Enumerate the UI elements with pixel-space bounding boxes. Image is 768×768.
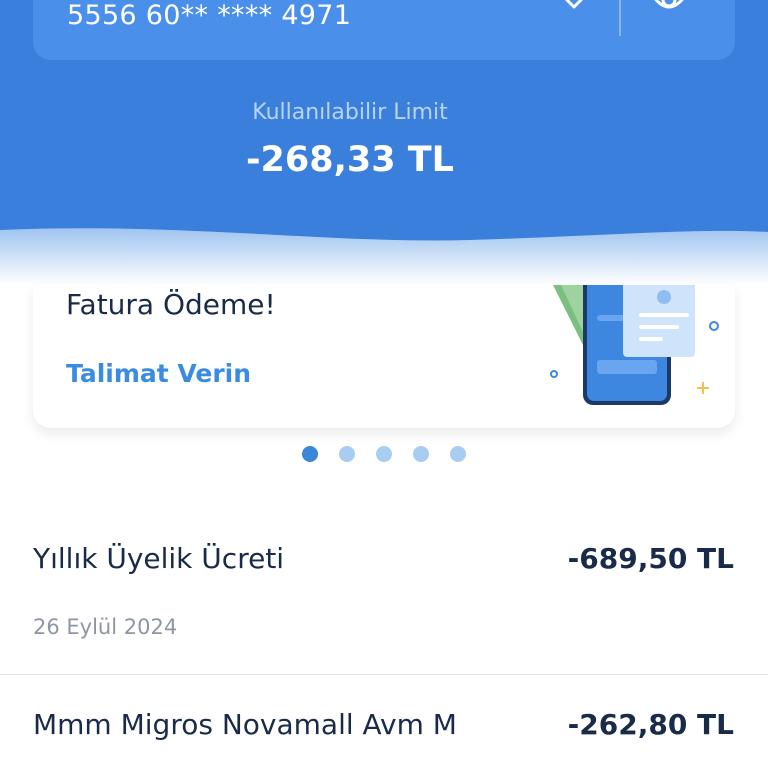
transaction-amount: -262,80 TL	[567, 708, 734, 741]
bill-payment-illustration: ₺	[550, 285, 719, 405]
eye-icon[interactable]	[649, 0, 689, 16]
card-number: 5556 60** **** 4971	[67, 0, 352, 31]
carousel-dot[interactable]	[302, 446, 318, 462]
transaction-title: Mmm Migros Novamall Avm M	[33, 708, 457, 741]
row-divider	[0, 674, 768, 675]
card-divider	[619, 0, 621, 36]
transaction-title: Yıllık Üyelik Ücreti	[33, 542, 285, 575]
available-limit-label: Kullanılabilir Limit	[252, 100, 448, 125]
card-header: 5556 60** **** 4971 Kullanılabilir Limit…	[0, 0, 768, 285]
chevron-down-icon	[565, 0, 583, 9]
available-limit-value: -268,33 TL	[246, 140, 454, 180]
carousel-indicator	[302, 446, 466, 464]
promo-banner[interactable]: Fatura Ödeme! Talimat Verin ₺	[33, 285, 735, 428]
give-instruction-link[interactable]: Talimat Verin	[66, 359, 251, 388]
header-wave	[0, 228, 768, 285]
card-detail-screen: 5556 60** **** 4971 Kullanılabilir Limit…	[0, 0, 768, 768]
carousel-dot[interactable]	[376, 446, 392, 462]
carousel-dot[interactable]	[413, 446, 429, 462]
svg-text:₺: ₺	[565, 320, 575, 339]
banner-title: Fatura Ödeme!	[66, 288, 276, 321]
transaction-date: 26 Eylül 2024	[33, 615, 178, 639]
card-selector[interactable]: 5556 60** **** 4971	[33, 0, 735, 60]
transaction-amount: -689,50 TL	[567, 542, 734, 575]
carousel-dot[interactable]	[450, 446, 466, 462]
carousel-dot[interactable]	[339, 446, 355, 462]
